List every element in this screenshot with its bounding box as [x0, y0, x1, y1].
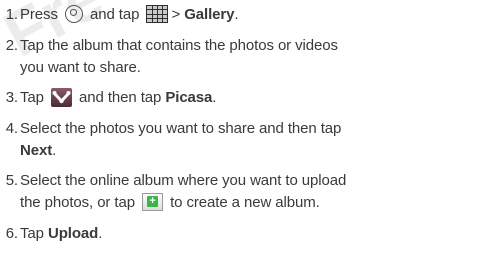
step-number: 2.: [5, 37, 18, 54]
step-text: Press and tap > Gallery.: [20, 4, 480, 26]
step-number: 6.: [5, 225, 18, 242]
gallery-label: Gallery: [184, 6, 235, 23]
next-label: Next: [20, 142, 53, 159]
step-number: 4.: [5, 120, 18, 137]
step-text-line: you want to share.: [20, 59, 141, 76]
step-text-line: Select the online album where you want t…: [20, 172, 347, 189]
step-text-part: .: [52, 142, 57, 159]
step-text: Tap and then tap Picasa.: [20, 87, 480, 109]
step-text-part: Tap: [20, 89, 44, 106]
step-text-part: .: [98, 225, 103, 242]
step-text-part: and then tap: [79, 89, 162, 106]
share-icon: [50, 87, 72, 107]
step-number: 5.: [5, 172, 18, 189]
upload-label: Upload: [47, 225, 99, 242]
step-text: Next.: [20, 140, 480, 162]
step-text-part: .: [212, 89, 217, 106]
step-text-line: Tap the album that contains the photos o…: [20, 37, 338, 54]
step-text-part: Tap: [20, 225, 44, 242]
step-number: 3.: [5, 89, 18, 106]
add-plus-icon: +: [142, 193, 164, 212]
step-text-part: Press: [20, 6, 58, 23]
all-apps-grid-icon: [146, 5, 169, 24]
instruction-page: Fre 1. Press and tap > Gallery. 2. Tap t…: [0, 0, 485, 275]
home-icon: [64, 5, 83, 24]
step-text-part: .: [234, 6, 239, 23]
step-text: Tap Upload.: [20, 223, 480, 245]
step-text-part: the photos, or tap: [20, 194, 135, 211]
step-text-part: >: [171, 6, 181, 23]
step-text: the photos, or tap + to create a new alb…: [20, 192, 480, 214]
step-text-part: to create a new album.: [170, 194, 320, 211]
step-text-part: and tap: [90, 6, 140, 23]
step-text-line: Select the photos you want to share and …: [20, 120, 342, 137]
picasa-label: Picasa: [165, 89, 213, 106]
step-number: 1.: [5, 6, 18, 23]
